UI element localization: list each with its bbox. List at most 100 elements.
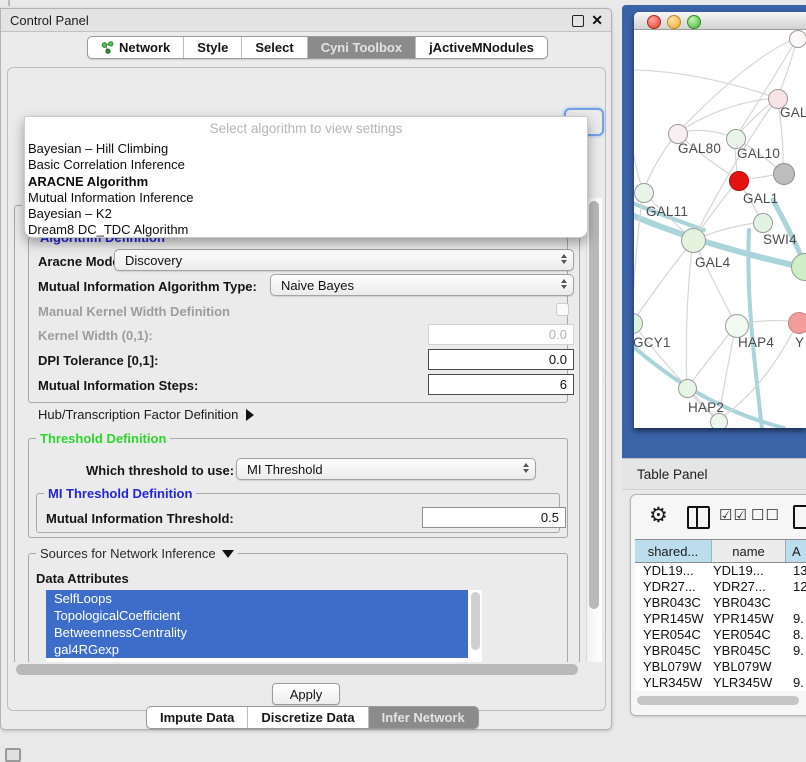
tab-infer-network[interactable]: Infer Network [368, 707, 478, 728]
kernel-width-input[interactable]: 0.0 [428, 324, 574, 345]
mi-type-label: Mutual Information Algorithm Type: [38, 279, 257, 294]
table-row[interactable]: YLR345WYLR345W9. [635, 675, 806, 691]
node-label: GCY1 [634, 335, 671, 350]
attribute-item[interactable]: SelfLoops [46, 590, 468, 607]
split-columns-icon[interactable] [687, 506, 710, 529]
node-table: shared... name A YDL19...YDL19...13 YDR2… [635, 539, 806, 691]
network-node-hap2[interactable] [678, 379, 697, 398]
network-node-gray[interactable] [773, 163, 795, 185]
which-threshold-combobox[interactable]: MI Threshold [236, 458, 536, 480]
node-label: GAL [780, 105, 806, 120]
column-header-partial[interactable]: A [786, 540, 806, 562]
algorithm-item[interactable]: Basic Correlation Inference [25, 157, 587, 173]
attribute-item[interactable]: BetweennessCentrality [46, 624, 468, 641]
mi-steps-label: Mutual Information Steps: [38, 378, 198, 393]
settings-vscrollbar-track[interactable] [586, 198, 602, 662]
attribute-item[interactable]: TopologicalCoefficient [46, 607, 468, 624]
tab-discretize-data[interactable]: Discretize Data [247, 707, 367, 728]
manual-kernel-label: Manual Kernel Width Definition [38, 304, 230, 319]
attribute-item[interactable]: gal4RGexp [46, 641, 468, 658]
apply-button[interactable]: Apply [272, 683, 340, 705]
select-all-icon[interactable]: ☑☑ [719, 506, 748, 524]
stepper-icon [523, 463, 529, 473]
table-row[interactable]: YBL079WYBL079W [635, 659, 806, 675]
tab-cyni-toolbox[interactable]: Cyni Toolbox [307, 37, 415, 58]
settings-viewport: Cyni Algorithm Settings Algorithm Defini… [8, 196, 586, 662]
hub-definition-toggle[interactable]: Hub/Transcription Factor Definition [38, 407, 254, 422]
which-threshold-label: Which threshold to use: [86, 463, 234, 478]
mi-type-combobox[interactable]: Naive Bayes [270, 274, 574, 296]
table-row[interactable]: YBR043CYBR043C [635, 595, 806, 611]
node-label: GAL11 [646, 204, 688, 219]
stepper-icon [561, 254, 567, 264]
node-label: GAL10 [737, 146, 780, 161]
sources-group-title-wrap[interactable]: Sources for Network Inference [36, 546, 238, 561]
expand-right-icon [246, 409, 254, 421]
node-label: HAP2 [688, 400, 724, 415]
algorithm-item[interactable]: Mutual Information Inference [25, 190, 587, 206]
tab-select[interactable]: Select [241, 37, 306, 58]
algorithm-item-selected[interactable]: ARACNE Algorithm [25, 174, 587, 190]
network-node-gal1-selected[interactable] [729, 171, 749, 191]
stepper-icon [561, 279, 567, 289]
minimize-traffic-light[interactable] [667, 15, 681, 29]
table-row[interactable]: YPR145WYPR145W9. [635, 611, 806, 627]
aracne-mode-combobox[interactable]: Discovery [114, 249, 574, 271]
algorithm-item[interactable]: Bayesian – Hill Climbing [25, 141, 587, 157]
table-row[interactable]: YER054CYER054C8. [635, 627, 806, 643]
float-window-icon[interactable] [572, 15, 584, 27]
tab-style[interactable]: Style [183, 37, 241, 58]
node-label: SWI4 [763, 232, 797, 247]
collapse-down-icon [222, 550, 234, 558]
network-node[interactable] [789, 30, 806, 48]
network-node-gal11[interactable] [634, 183, 654, 203]
table-toolbar: ⚙ ☑☑ ☐☐ [631, 495, 806, 539]
settings-hscrollbar-thumb[interactable] [16, 664, 578, 675]
export-table-icon[interactable] [793, 505, 806, 529]
tab-network[interactable]: Network [88, 37, 183, 58]
aracne-mode-label: Aracne Mode: [38, 254, 124, 269]
manual-kernel-checkbox[interactable] [556, 303, 569, 316]
deselect-all-icon[interactable]: ☐☐ [751, 506, 780, 524]
column-header-name[interactable]: name [712, 540, 786, 562]
table-row[interactable]: YDL19...YDL19...13 [635, 563, 806, 579]
algorithm-item[interactable]: Bayesian – K2 [25, 206, 587, 222]
network-node-salmon[interactable] [788, 312, 806, 334]
settings-vscrollbar-thumb[interactable] [589, 201, 599, 609]
network-view-frame: GAL GAL80 GAL10 GAL1 GAL11 SWI4 GAL4 GCY… [622, 5, 806, 458]
network-canvas[interactable]: GAL GAL80 GAL10 GAL1 GAL11 SWI4 GAL4 GCY… [634, 30, 806, 428]
dpi-tolerance-input[interactable]: 0.0 [428, 349, 574, 370]
mi-steps-input[interactable]: 6 [428, 374, 574, 395]
dpi-tolerance-label: DPI Tolerance [0,1]: [38, 353, 158, 368]
table-hscrollbar-thumb[interactable] [637, 696, 799, 705]
control-panel-tabbar: Network Style Select Cyni Toolbox jActiv… [87, 36, 548, 59]
table-row[interactable]: YDR27...YDR27...12 [635, 579, 806, 595]
network-view-window: GAL GAL80 GAL10 GAL1 GAL11 SWI4 GAL4 GCY… [634, 12, 806, 428]
network-node-swi4[interactable] [753, 213, 773, 233]
sources-group-title: Sources for Network Inference [40, 546, 216, 561]
gear-icon[interactable]: ⚙ [649, 503, 668, 528]
zoom-traffic-light[interactable] [687, 15, 701, 29]
mi-threshold-group-title: MI Threshold Definition [44, 486, 196, 501]
bottom-tabbar: Impute Data Discretize Data Infer Networ… [146, 706, 479, 729]
close-traffic-light[interactable] [647, 15, 661, 29]
table-panel-header: Table Panel [622, 458, 806, 490]
table-panel-title: Table Panel [622, 467, 708, 482]
list-scrollbar[interactable] [471, 592, 480, 650]
close-icon[interactable]: ✕ [591, 15, 603, 25]
algorithm-item[interactable]: Dream8 DC_TDC Algorithm [25, 222, 587, 238]
tab-impute-data[interactable]: Impute Data [147, 707, 247, 728]
table-panel-window: ⚙ ☑☑ ☐☐ shared... name A YDL19...YDL19..… [630, 494, 806, 716]
column-header-sharedname[interactable]: shared... [635, 540, 712, 562]
control-panel-titlebar: Control Panel ✕ [1, 9, 611, 32]
mi-threshold-input[interactable]: 0.5 [422, 507, 566, 528]
tab-jactivemnodules[interactable]: jActiveMNodules [415, 37, 547, 58]
control-panel-window: Control Panel ✕ Network Style Select Cyn… [0, 8, 612, 730]
network-node[interactable] [710, 413, 728, 428]
data-attributes-list: SelfLoops TopologicalCoefficient Between… [46, 590, 482, 662]
table-row[interactable]: YBR045CYBR045C9. [635, 643, 806, 659]
network-node-gal4[interactable] [681, 228, 706, 253]
minimized-panel-icon[interactable] [5, 748, 21, 762]
data-attributes-label: Data Attributes [36, 571, 129, 586]
network-window-titlebar [634, 12, 806, 30]
